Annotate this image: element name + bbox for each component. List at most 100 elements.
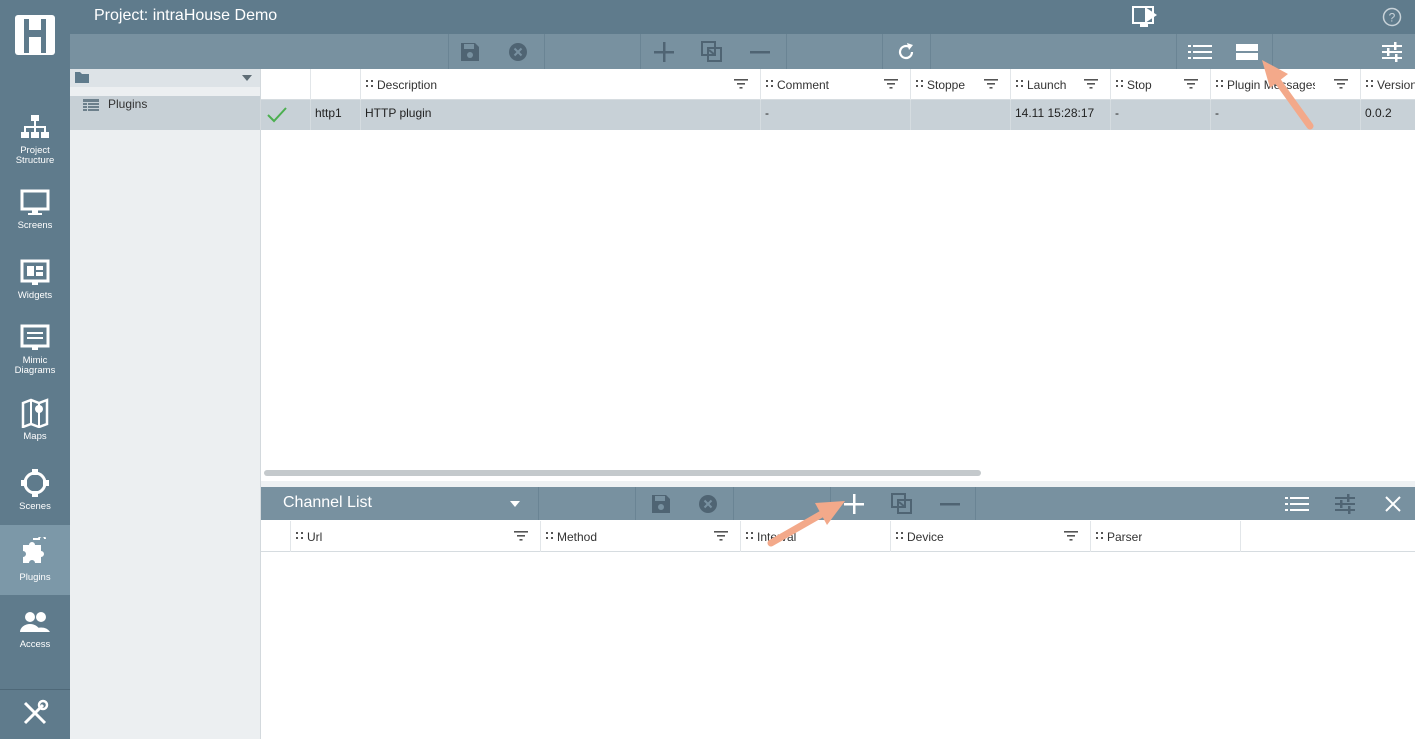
help-icon: ? xyxy=(1382,7,1402,27)
close-panel-button[interactable] xyxy=(1373,487,1413,520)
channel-remove-button[interactable] xyxy=(930,487,970,520)
column-device[interactable]: Device xyxy=(891,521,1091,552)
check-icon xyxy=(267,107,287,123)
minus-icon xyxy=(940,502,960,505)
version-cell: 0.0.2 xyxy=(1365,106,1392,120)
add-button[interactable] xyxy=(644,34,684,69)
puzzle-icon xyxy=(23,537,46,563)
column-select[interactable] xyxy=(261,521,291,552)
nav-mimic-diagrams[interactable]: Mimic Diagrams xyxy=(0,315,70,385)
header-bar: Project: intraHouse Demo ? xyxy=(70,0,1415,34)
cancel-icon xyxy=(699,494,717,513)
filter-icon[interactable] xyxy=(1334,79,1348,89)
nav-maps[interactable]: Maps xyxy=(0,385,70,455)
column-launch[interactable]: Launch xyxy=(1011,69,1111,100)
left-navigation: Project Structure Screens Widgets Mimic … xyxy=(0,0,70,739)
channel-save-button[interactable] xyxy=(641,487,681,520)
sliders-icon xyxy=(1382,41,1402,62)
cancel-button[interactable] xyxy=(498,34,538,69)
chevron-down-icon[interactable] xyxy=(242,75,252,81)
column-stop[interactable]: Stop xyxy=(1111,69,1211,100)
column-stopped[interactable]: Stoppe xyxy=(911,69,1011,100)
map-icon xyxy=(21,398,49,428)
column-url[interactable]: Url xyxy=(291,521,541,552)
save-icon xyxy=(652,494,670,513)
plus-icon xyxy=(654,41,674,62)
nav-tools[interactable] xyxy=(0,690,70,739)
drag-handle-icon[interactable] xyxy=(1116,80,1123,87)
nav-project-structure[interactable]: Project Structure xyxy=(0,105,70,175)
column-id[interactable] xyxy=(311,69,361,100)
column-label: Comment xyxy=(777,78,830,92)
tree-header[interactable] xyxy=(70,69,260,87)
help-button[interactable]: ? xyxy=(1382,7,1402,32)
svg-text:?: ? xyxy=(1389,11,1396,25)
nav-plugins[interactable]: Plugins xyxy=(0,525,70,595)
nav-label: Widgets xyxy=(17,290,53,301)
drag-handle-icon[interactable] xyxy=(366,80,373,87)
drag-handle-icon[interactable] xyxy=(1216,80,1223,87)
nav-access[interactable]: Access xyxy=(0,595,70,665)
tree-panel: Plugins xyxy=(70,69,261,739)
app-logo[interactable] xyxy=(0,0,70,70)
channel-settings-button[interactable] xyxy=(1325,487,1365,520)
channel-cancel-button[interactable] xyxy=(688,487,728,520)
horizontal-scrollbar[interactable] xyxy=(264,470,981,476)
filter-icon[interactable] xyxy=(884,79,898,89)
column-version[interactable]: Version xyxy=(1361,69,1415,100)
filter-icon[interactable] xyxy=(984,79,998,89)
drag-handle-icon[interactable] xyxy=(896,532,903,539)
channel-copy-button[interactable] xyxy=(882,487,922,520)
drag-handle-icon[interactable] xyxy=(1366,80,1373,87)
copy-button[interactable] xyxy=(692,34,732,69)
nav-widgets[interactable]: Widgets xyxy=(0,245,70,315)
nav-label: Project Structure xyxy=(15,145,55,166)
remove-button[interactable] xyxy=(740,34,780,69)
nav-screens[interactable]: Screens xyxy=(0,175,70,245)
column-label: Method xyxy=(557,530,598,544)
column-label: Description xyxy=(377,78,438,92)
run-project-button[interactable] xyxy=(1132,5,1160,34)
drag-handle-icon[interactable] xyxy=(296,532,303,539)
drag-handle-icon[interactable] xyxy=(746,532,753,539)
filter-icon[interactable] xyxy=(514,531,528,541)
drag-handle-icon[interactable] xyxy=(766,80,773,87)
refresh-button[interactable] xyxy=(886,34,926,69)
column-method[interactable]: Method xyxy=(541,521,741,552)
scenes-icon xyxy=(21,469,49,497)
drag-handle-icon[interactable] xyxy=(1096,532,1103,539)
column-comment[interactable]: Comment xyxy=(761,69,911,100)
drag-handle-icon[interactable] xyxy=(916,80,923,87)
filter-icon[interactable] xyxy=(734,79,748,89)
play-monitor-icon xyxy=(1132,6,1157,27)
widgets-icon xyxy=(20,259,50,285)
save-icon xyxy=(461,42,479,61)
column-label: Device xyxy=(907,530,944,544)
list-view-button[interactable] xyxy=(1180,34,1220,69)
drag-handle-icon[interactable] xyxy=(546,532,553,539)
column-description[interactable]: Description xyxy=(361,69,761,100)
settings-button[interactable] xyxy=(1372,34,1412,69)
column-label: Launch xyxy=(1027,78,1067,92)
drag-handle-icon[interactable] xyxy=(1016,80,1023,87)
column-status[interactable] xyxy=(261,69,311,100)
status-cell xyxy=(261,100,311,130)
table-row[interactable]: http1 HTTP plugin - 14.11 15:28:17 - - 0… xyxy=(261,100,1415,130)
tree-item-label: Plugins xyxy=(108,97,148,111)
column-parser[interactable]: Parser xyxy=(1091,521,1241,552)
minus-icon xyxy=(750,50,770,53)
annotation-arrow-bottom xyxy=(767,501,845,547)
logo-icon xyxy=(15,15,55,55)
filter-icon[interactable] xyxy=(1064,531,1078,541)
channel-list-view-button[interactable] xyxy=(1277,487,1317,520)
channel-list-title[interactable]: Channel List xyxy=(283,494,372,512)
main-toolbar xyxy=(70,34,1415,69)
save-button[interactable] xyxy=(450,34,490,69)
nav-scenes[interactable]: Scenes xyxy=(0,455,70,525)
filter-icon[interactable] xyxy=(714,531,728,541)
column-label: Stoppe xyxy=(927,78,966,92)
chevron-down-icon[interactable] xyxy=(510,501,520,507)
filter-icon[interactable] xyxy=(1184,79,1198,89)
tree-item-plugins[interactable]: Plugins xyxy=(70,96,260,130)
filter-icon[interactable] xyxy=(1084,79,1098,89)
